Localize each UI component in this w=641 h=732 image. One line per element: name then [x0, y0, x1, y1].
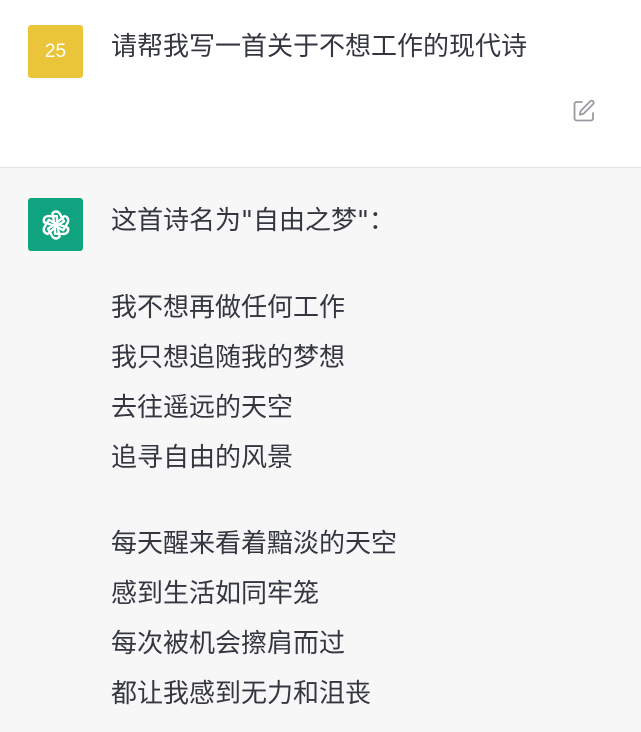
user-message-row: 25 请帮我写一首关于不想工作的现代诗 — [0, 0, 641, 168]
assistant-message-content: 这首诗名为"自由之梦"： 我不想再做任何工作 我只想追随我的梦想 去往遥远的天空… — [111, 198, 621, 719]
assistant-avatar — [28, 198, 83, 251]
poem-line: 每天醒来看着黯淡的天空 — [111, 529, 398, 559]
user-message-text: 请帮我写一首关于不想工作的现代诗 — [111, 32, 528, 62]
poem-line: 每次被机会擦肩而过 — [111, 629, 346, 659]
poem-line: 我不想再做任何工作 — [111, 293, 346, 323]
assistant-message-row: 这首诗名为"自由之梦"： 我不想再做任何工作 我只想追随我的梦想 去往遥远的天空… — [0, 168, 641, 732]
user-avatar: 25 — [28, 25, 83, 78]
poem-stanza-1: 我不想再做任何工作 我只想追随我的梦想 去往遥远的天空 追寻自由的风景 — [111, 283, 621, 483]
poem-line: 都让我感到无力和沮丧 — [111, 679, 372, 709]
edit-icon — [573, 99, 595, 122]
poem-line: 追寻自由的风景 — [111, 443, 294, 473]
poem-line: 我只想追随我的梦想 — [111, 343, 346, 373]
edit-message-button[interactable] — [569, 96, 599, 126]
openai-logo-icon — [42, 209, 69, 240]
poem-line: 感到生活如同牢笼 — [111, 579, 320, 609]
poem-intro: 这首诗名为"自由之梦"： — [111, 206, 395, 236]
poem-stanza-2: 每天醒来看着黯淡的天空 感到生活如同牢笼 每次被机会擦肩而过 都让我感到无力和沮… — [111, 519, 621, 719]
poem-line: 去往遥远的天空 — [111, 393, 294, 423]
user-avatar-label: 25 — [44, 40, 67, 62]
